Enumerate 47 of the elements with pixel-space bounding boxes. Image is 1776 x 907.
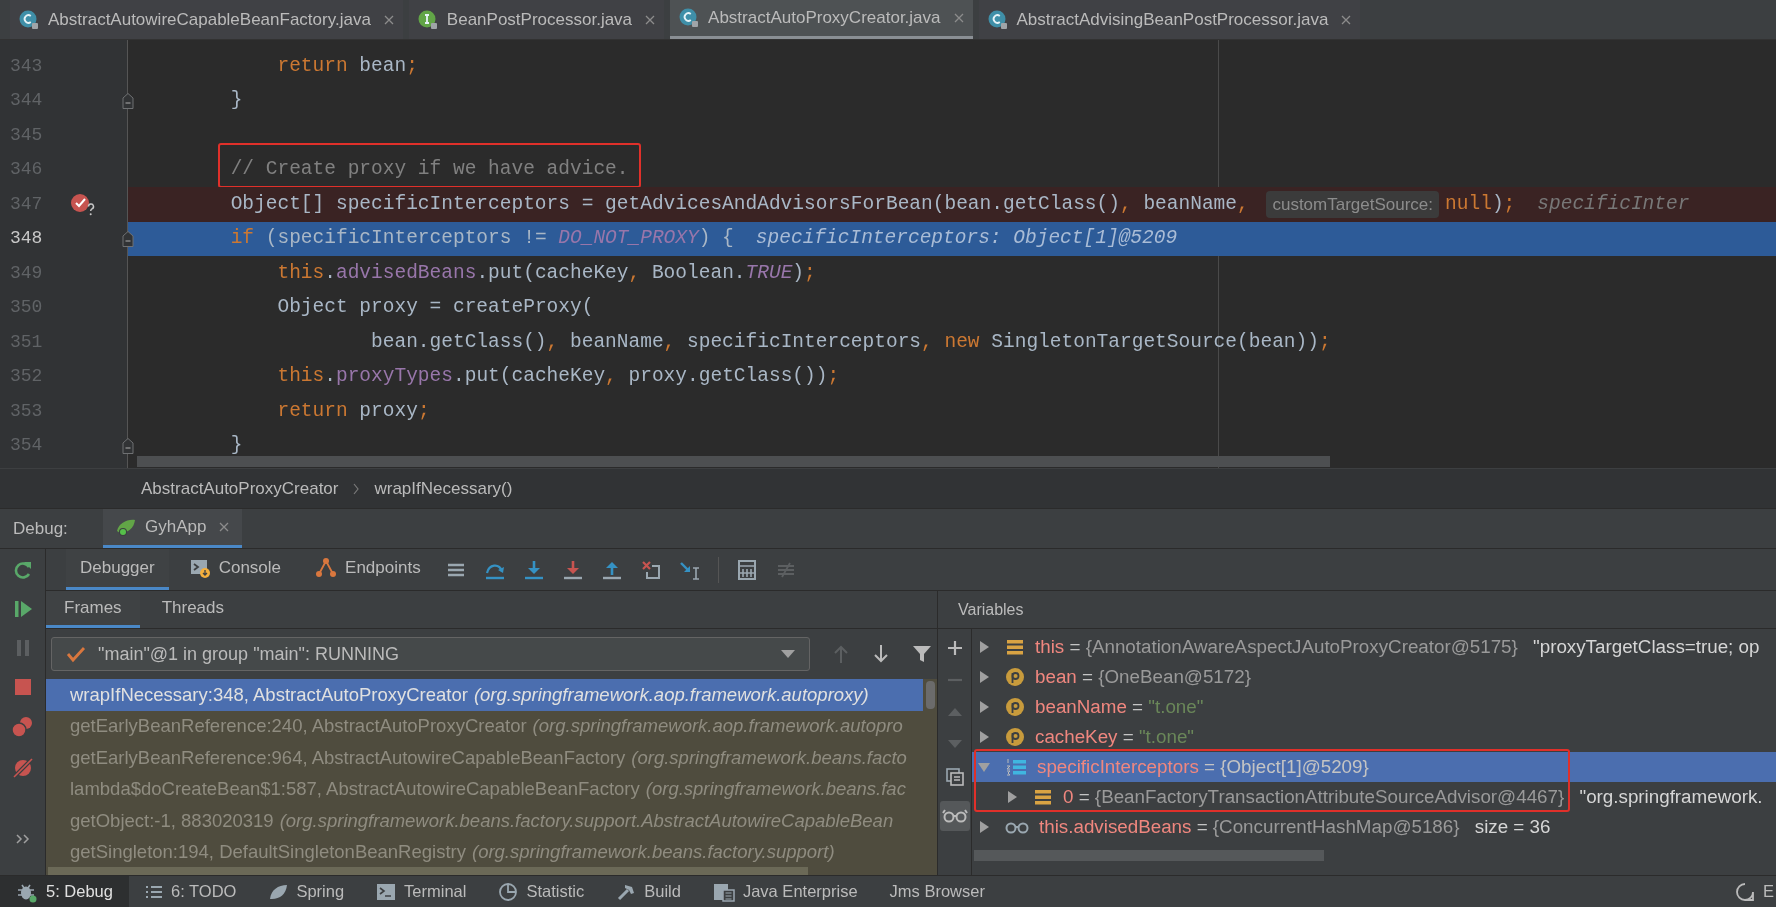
variable-entry[interactable]: cacheKey = "t.one" bbox=[1035, 722, 1194, 752]
breadcrumb-item[interactable]: AbstractAutoProxyCreator bbox=[141, 475, 339, 502]
debugger-tab[interactable]: Endpoints bbox=[301, 549, 435, 590]
tool-window-button[interactable]: Build bbox=[600, 876, 697, 907]
tool-window-button[interactable]: Jms Browser bbox=[873, 876, 1001, 907]
selected-row[interactable]: specificInterceptors = {Object[1]@5209} bbox=[972, 752, 1776, 782]
panel-title: Variables bbox=[958, 599, 1024, 620]
code-text: if (specificInterceptors != DO_NOT_PROXY) { bbox=[230, 226, 734, 252]
session-tab[interactable]: GyhApp bbox=[103, 509, 243, 548]
thread-dropdown[interactable]: "main"@1 in group "main": RUNNING bbox=[51, 637, 810, 671]
code-text: } bbox=[230, 433, 243, 459]
frames-tab[interactable]: Threads bbox=[143, 591, 242, 628]
editor-tab[interactable]: AbstractAutoProxyCreator.java bbox=[670, 0, 973, 39]
variable-entry[interactable]: this.advisedBeans = {ConcurrentHashMap@5186} size = 36 bbox=[1039, 812, 1551, 842]
code-text: this.proxyTypes.put(cacheKey, proxy.getClass()); bbox=[277, 364, 840, 390]
variable-entry[interactable]: this = {AnnotationAwareAspectJAutoProxyCreator@5175} "proxyTargetClass=true; op bbox=[1035, 632, 1760, 662]
editor-tab[interactable]: AbstractAutowireCapableBeanFactory.java bbox=[10, 0, 403, 39]
inline-value-hint: specificInterceptors: Object[1]@5209 bbox=[755, 226, 1178, 252]
tool-window-button[interactable]: Spring bbox=[252, 876, 361, 907]
tool-window-button[interactable]: Terminal bbox=[360, 876, 483, 907]
editor-tab[interactable]: BeanPostProcessor.java bbox=[408, 0, 665, 39]
editor-tab[interactable]: AbstractAdvisingBeanPostProcessor.java bbox=[978, 0, 1361, 39]
code-text: // Create proxy if we have advice. bbox=[230, 158, 629, 181]
event-log-button[interactable]: E bbox=[1735, 876, 1776, 907]
variable-entry[interactable]: specificInterceptors = {Object[1]@5209} bbox=[1037, 752, 1369, 782]
panel-title: Debug: bbox=[13, 517, 69, 540]
line-number: 348 bbox=[9, 227, 44, 251]
parameter-hint: customTargetSource: bbox=[1266, 190, 1440, 218]
tool-window-button[interactable]: 5: Debug bbox=[0, 876, 129, 907]
code-text: Object[] specificInterceptors = getAdvicesAndAdvisorsForBean(bean.getClass(), beanName, bbox=[230, 191, 1250, 217]
code-text: bean.getClass(), beanName, specificInterceptors, new SingletonTargetSource(bean)); bbox=[371, 329, 1331, 355]
code-text: return bean; bbox=[277, 53, 418, 79]
tool-window-button[interactable]: 6: TODO bbox=[128, 876, 253, 907]
variable-entry[interactable]: 0 = {BeanFactoryTransactionAttributeSourceAdvisor@4467} "org.springframework. bbox=[1063, 782, 1763, 812]
code-text: Object proxy = createProxy( bbox=[277, 295, 594, 321]
stack-frame[interactable]: wrapIfNecessary:348, AbstractAutoProxyCreator (org.springframework.aop.framework.autoproxy) bbox=[46, 679, 923, 711]
debugger-tab[interactable]: Console bbox=[174, 549, 296, 590]
code-text: } bbox=[230, 88, 243, 114]
code-text: null); bbox=[1445, 191, 1516, 217]
variable-entry[interactable]: bean = {OneBean@5172} bbox=[1035, 662, 1251, 692]
tool-window-button[interactable]: Statistic bbox=[482, 876, 601, 907]
code-text: return proxy; bbox=[277, 398, 430, 424]
breadcrumb-item[interactable]: wrapIfNecessary() bbox=[374, 475, 513, 502]
inline-value-hint: specificInter bbox=[1537, 191, 1690, 217]
tool-window-button[interactable]: Java Enterprise bbox=[696, 876, 874, 907]
variable-entry[interactable]: beanName = "t.one" bbox=[1035, 692, 1204, 722]
code-text: this.advisedBeans.put(cacheKey, Boolean.TRUE); bbox=[277, 260, 816, 286]
